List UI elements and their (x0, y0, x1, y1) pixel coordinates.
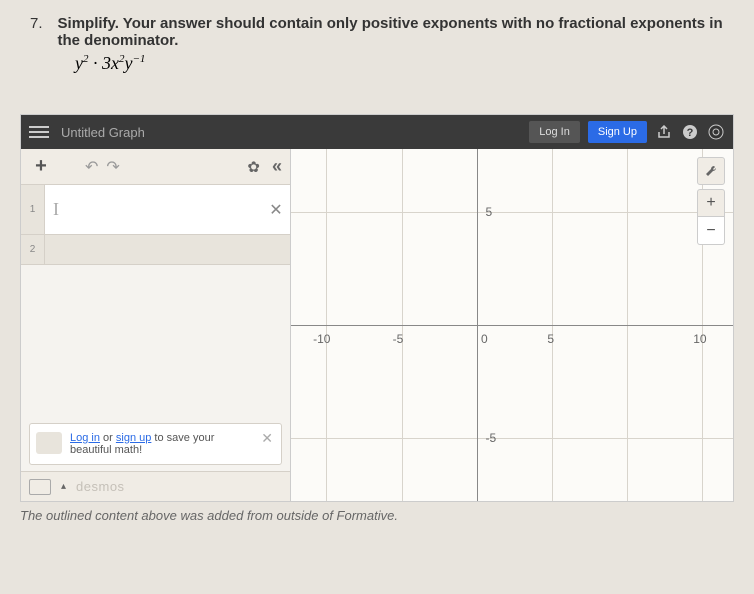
zoom-out-button[interactable]: − (697, 217, 725, 245)
tick-label: -5 (393, 332, 404, 346)
camera-icon[interactable] (707, 123, 725, 141)
tick-label: -10 (313, 332, 330, 346)
x-axis (291, 325, 733, 326)
hamburger-icon[interactable] (29, 126, 49, 138)
svg-text:?: ? (687, 127, 694, 139)
desmos-embed: Untitled Graph Log In Sign Up ? + ↶ ↷ (20, 114, 734, 502)
signup-button[interactable]: Sign Up (588, 121, 647, 143)
redo-icon[interactable]: ↷ (106, 157, 119, 177)
zoom-in-button[interactable]: + (697, 189, 725, 217)
chevron-up-icon[interactable]: ▴ (61, 481, 66, 492)
desmos-brand: desmos (76, 479, 125, 494)
tick-label: -5 (485, 431, 496, 445)
tick-label: 5 (547, 332, 554, 346)
panel-bottom-bar: ▴ desmos (21, 471, 290, 501)
promo-login-link[interactable]: Log in (70, 432, 100, 444)
expression-input[interactable]: I (45, 185, 262, 234)
save-promo: Log in or sign up to save your beautiful… (29, 423, 282, 465)
expression-toolbar: + ↶ ↷ ✿ « (21, 149, 290, 185)
graph-tools: + − (697, 157, 725, 245)
tick-label: 10 (693, 332, 706, 346)
tick-label: 0 (481, 332, 488, 346)
expression-index: 2 (21, 235, 45, 264)
expression-row[interactable]: 2 (21, 235, 290, 265)
graph-title[interactable]: Untitled Graph (61, 125, 529, 140)
promo-icon (36, 432, 62, 454)
question-text: Simplify. Your answer should contain onl… (58, 15, 724, 49)
wrench-icon[interactable] (697, 157, 725, 185)
login-button[interactable]: Log In (529, 121, 580, 143)
add-expression-button[interactable]: + (29, 155, 53, 178)
question-area: 7. Simplify. Your answer should contain … (0, 0, 754, 84)
keyboard-icon[interactable] (29, 479, 51, 495)
promo-signup-link[interactable]: sign up (116, 432, 151, 444)
gear-icon[interactable]: ✿ (247, 158, 260, 176)
desmos-topbar: Untitled Graph Log In Sign Up ? (21, 115, 733, 149)
expression-row[interactable]: 1 I ✕ (21, 185, 290, 235)
tick-label: 5 (485, 205, 492, 219)
footer-note: The outlined content above was added fro… (20, 508, 734, 523)
undo-icon[interactable]: ↶ (85, 157, 98, 177)
y-axis (477, 149, 478, 501)
close-icon[interactable]: ✕ (262, 185, 290, 234)
expression-panel: + ↶ ↷ ✿ « 1 I ✕ 2 (21, 149, 291, 501)
help-icon[interactable]: ? (681, 123, 699, 141)
close-icon[interactable]: ✕ (261, 430, 273, 447)
expression-index: 1 (21, 185, 45, 234)
collapse-icon[interactable]: « (272, 156, 282, 177)
question-formula: y2 · 3x2y−1 (75, 53, 724, 74)
share-icon[interactable] (655, 123, 673, 141)
question-number: 7. (30, 15, 43, 32)
graph-canvas[interactable]: -10 -5 0 5 10 5 -5 + − (291, 149, 733, 501)
